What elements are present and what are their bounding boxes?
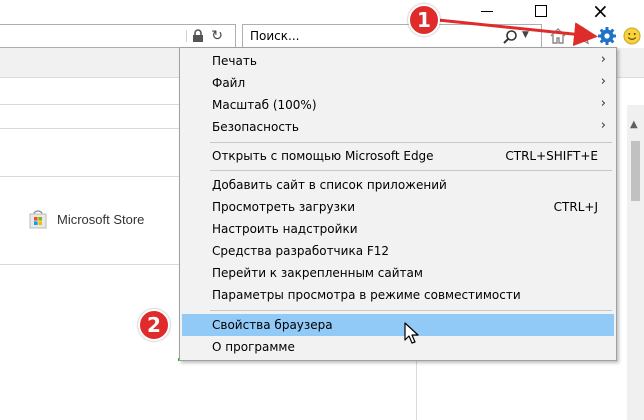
menu-item-shortcut: CTRL+SHIFT+E: [505, 149, 598, 163]
menu-item-label: Свойства браузера: [212, 318, 333, 332]
annotation-badge-2: 2: [138, 309, 170, 341]
menu-item-label: Параметры просмотра в режиме совместимос…: [212, 288, 521, 302]
scroll-up-icon[interactable]: ▲: [630, 119, 638, 130]
address-bar[interactable]: ↻: [0, 24, 236, 48]
tools-menu: Печать › Файл › Масштаб (100%) › Безопас…: [179, 47, 617, 361]
menu-item-label: Масштаб (100%): [212, 98, 317, 112]
search-input[interactable]: Поиск...: [250, 29, 299, 43]
smile-icon[interactable]: [623, 27, 641, 45]
address-separator: [186, 30, 187, 42]
divider: [0, 104, 180, 105]
menu-item-compat-view[interactable]: Параметры просмотра в режиме совместимос…: [182, 284, 614, 306]
chevron-right-icon: ›: [600, 118, 606, 133]
menu-item-label: Просмотреть загрузки: [212, 200, 356, 214]
menu-item-print[interactable]: Печать ›: [182, 50, 614, 72]
menu-item-add-site[interactable]: Добавить сайт в список приложений: [182, 174, 614, 196]
microsoft-store-link[interactable]: Microsoft Store: [28, 208, 144, 230]
menu-item-label: Печать: [212, 54, 257, 68]
menu-item-pinned-sites[interactable]: Перейти к закрепленным сайтам: [182, 262, 614, 284]
menu-item-internet-options[interactable]: Свойства браузера: [182, 314, 614, 336]
menu-separator: [210, 142, 612, 143]
menu-item-label: Открыть с помощью Microsoft Edge: [212, 149, 434, 163]
menu-item-label: Безопасность: [212, 120, 299, 134]
menu-item-label: Перейти к закрепленным сайтам: [212, 266, 423, 280]
menu-item-about[interactable]: О программе: [182, 336, 614, 358]
mouse-cursor-icon: [404, 322, 419, 344]
divider: [0, 176, 180, 177]
scrollbar[interactable]: ▲: [627, 105, 644, 420]
scroll-thumb[interactable]: [631, 141, 640, 201]
menu-separator: [210, 170, 612, 171]
menu-item-label: Средства разработчика F12: [212, 244, 390, 258]
menu-item-addons[interactable]: Настроить надстройки: [182, 218, 614, 240]
menu-item-shortcut: CTRL+J: [553, 200, 598, 214]
annotation-badge-1: 1: [408, 4, 440, 36]
menu-item-safety[interactable]: Безопасность ›: [182, 116, 614, 138]
lock-icon[interactable]: [191, 29, 205, 43]
menu-item-file[interactable]: Файл ›: [182, 72, 614, 94]
chevron-right-icon: ›: [600, 52, 606, 67]
chevron-right-icon: ›: [600, 96, 606, 111]
menu-item-devtools[interactable]: Средства разработчика F12: [182, 240, 614, 262]
menu-item-label: Настроить надстройки: [212, 222, 358, 236]
menu-item-open-edge[interactable]: Открыть с помощью Microsoft Edge CTRL+SH…: [182, 145, 614, 167]
divider: [0, 264, 180, 265]
menu-separator: [210, 310, 612, 311]
menu-item-downloads[interactable]: Просмотреть загрузки CTRL+J: [182, 196, 614, 218]
refresh-icon[interactable]: ↻: [211, 28, 223, 44]
annotation-arrow: [437, 18, 598, 46]
menu-item-label: Добавить сайт в список приложений: [212, 178, 447, 192]
menu-item-label: Файл: [212, 76, 246, 90]
divider: [0, 128, 180, 129]
menu-item-zoom[interactable]: Масштаб (100%) ›: [182, 94, 614, 116]
chevron-right-icon: ›: [600, 74, 606, 89]
menu-item-label: О программе: [212, 340, 295, 354]
store-label: Microsoft Store: [57, 211, 145, 227]
store-icon: [29, 210, 47, 229]
